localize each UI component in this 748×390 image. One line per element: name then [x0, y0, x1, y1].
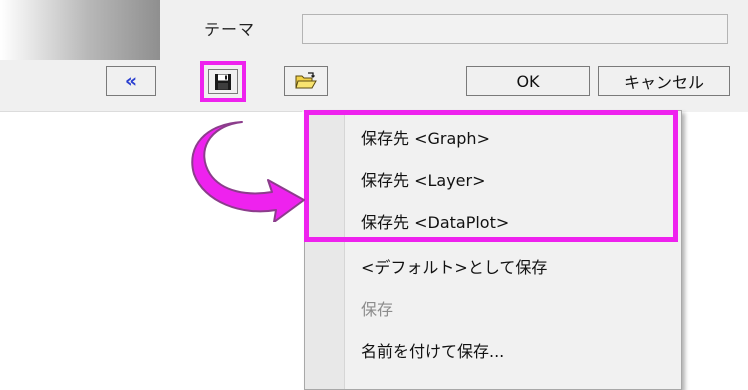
preview-panel [0, 0, 160, 60]
menu-item-label: <デフォルト>として保存 [361, 258, 548, 277]
menu-item-save: 保存 [305, 288, 681, 328]
menu-item-save-as-default[interactable]: <デフォルト>として保存 [305, 246, 681, 286]
cancel-button[interactable]: キャンセル [598, 66, 730, 96]
menu-item-save-as[interactable]: 名前を付けて保存... [305, 330, 681, 370]
divider [0, 111, 302, 112]
floppy-disk-icon [215, 73, 231, 90]
ok-button[interactable]: OK [466, 66, 590, 96]
menu-item-label: 保存 [361, 300, 394, 319]
open-button[interactable] [284, 66, 328, 96]
double-chevron-left-icon: « [124, 69, 138, 92]
curved-arrow-icon [191, 121, 305, 222]
save-button[interactable] [208, 69, 238, 94]
collapse-button[interactable]: « [106, 66, 156, 96]
menu-item-label: 名前を付けて保存... [361, 342, 505, 361]
theme-label: テーマ [204, 20, 256, 39]
menu-highlight-box [304, 110, 678, 242]
theme-field[interactable] [302, 14, 728, 44]
open-folder-icon [295, 72, 317, 89]
save-button-highlight [200, 61, 246, 102]
